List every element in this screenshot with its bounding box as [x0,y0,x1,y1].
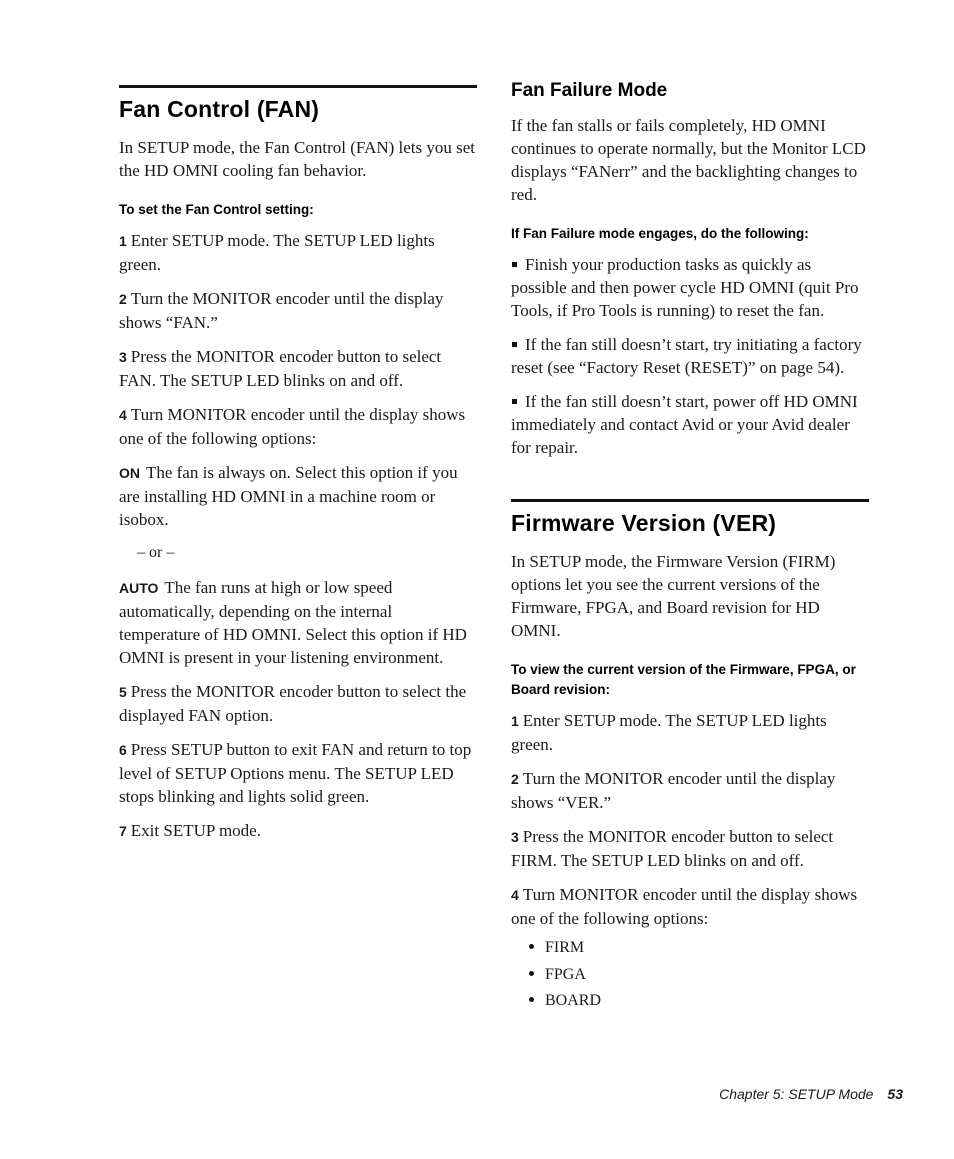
bullet-text: Finish your production tasks as quickly … [511,255,859,320]
bullet-icon [529,970,534,976]
step-number: 4 [511,887,519,903]
step: 1 Enter SETUP mode. The SETUP LED lights … [119,229,477,276]
fan-failure-heading: Fan Failure Mode [511,80,668,101]
step-text: Press the MONITOR encoder button to sele… [119,682,467,725]
page-number: 53 [887,1086,903,1102]
step-text: Enter SETUP mode. The SETUP LED lights g… [511,711,827,754]
fan-failure-procedure-title: If Fan Failure mode engages, do the foll… [511,226,809,241]
bullet-icon [529,997,534,1003]
list-item: FIRM [529,935,869,962]
square-bullet-icon [512,262,517,268]
right-column: Fan Failure Mode If the fan stalls or fa… [511,78,869,1015]
step-number: 7 [119,823,127,839]
option-on: ON The fan is always on. Select this opt… [119,461,477,531]
firmware-procedure-title: To view the current version of the Firmw… [511,662,856,697]
step: 7 Exit SETUP mode. [119,819,477,843]
step-number: 2 [511,771,519,787]
fan-control-heading: Fan Control (FAN) [119,96,320,122]
list-item: BOARD [529,988,869,1015]
section-rule [511,499,869,502]
bullet-text: If the fan still doesn’t start, try init… [511,335,862,377]
step: 1 Enter SETUP mode. The SETUP LED lights … [511,709,869,756]
option-term: ON [119,465,140,481]
chapter-label: Chapter 5: SETUP Mode [719,1086,874,1102]
or-separator: – or – [137,544,175,561]
bullet-text: If the fan still doesn’t start, power of… [511,392,858,457]
step-text: Turn the MONITOR encoder until the displ… [511,769,836,812]
page-footer: Chapter 5: SETUP Mode 53 [719,1086,903,1102]
bullet-item: Finish your production tasks as quickly … [511,253,869,322]
firmware-version-intro: In SETUP mode, the Firmware Version (FIR… [511,552,836,640]
step-text: Press the MONITOR encoder button to sele… [119,347,442,390]
step: 3 Press the MONITOR encoder button to sel… [119,345,477,392]
option-text: The fan is always on. Select this option… [119,463,458,529]
bullet-item: If the fan still doesn’t start, power of… [511,390,869,459]
step: 4 Turn MONITOR encoder until the display … [511,883,869,930]
list-item: FPGA [529,962,869,989]
option-term: AUTO [119,580,159,596]
step-number: 6 [119,742,127,758]
step-text: Enter SETUP mode. The SETUP LED lights g… [119,231,435,274]
fan-failure-intro: If the fan stalls or fails completely, H… [511,116,866,204]
option-text: The fan runs at high or low speed automa… [119,578,467,667]
step: 6 Press SETUP button to exit FAN and retu… [119,738,477,808]
section-rule [119,85,477,88]
step-text: Turn the MONITOR encoder until the displ… [119,289,444,332]
square-bullet-icon [512,342,517,348]
step-number: 3 [119,349,127,365]
step-number: 3 [511,829,519,845]
option-label: FIRM [545,939,585,956]
step: 5 Press the MONITOR encoder button to sel… [119,680,477,727]
step-number: 4 [119,407,127,423]
step-number: 5 [119,684,127,700]
firmware-options-list: FIRM FPGA BOARD [529,935,869,1015]
step-number: 1 [119,233,127,249]
step-text: Turn MONITOR encoder until the display s… [511,885,858,928]
step-number: 1 [511,713,519,729]
fan-control-procedure-title: To set the Fan Control setting: [119,202,314,217]
step-text: Exit SETUP mode. [130,821,261,840]
option-label: BOARD [545,992,602,1009]
option-auto: AUTO The fan runs at high or low speed a… [119,576,477,669]
left-column: Fan Control (FAN) In SETUP mode, the Fan… [119,85,477,854]
step-text: Press the MONITOR encoder button to sele… [511,827,834,870]
step: 3 Press the MONITOR encoder button to sel… [511,825,869,872]
square-bullet-icon [512,399,517,405]
bullet-item: If the fan still doesn’t start, try init… [511,333,869,379]
firmware-version-heading: Firmware Version (VER) [511,510,777,536]
fan-control-intro: In SETUP mode, the Fan Control (FAN) let… [119,138,476,180]
bullet-icon [529,944,534,950]
option-label: FPGA [545,965,586,983]
step-text: Turn MONITOR encoder until the display s… [119,405,466,448]
step-number: 2 [119,291,127,307]
step: 2 Turn the MONITOR encoder until the disp… [511,767,869,814]
step: 4 Turn MONITOR encoder until the display … [119,403,477,450]
step: 2 Turn the MONITOR encoder until the disp… [119,287,477,334]
step-text: Press SETUP button to exit FAN and retur… [119,740,472,806]
